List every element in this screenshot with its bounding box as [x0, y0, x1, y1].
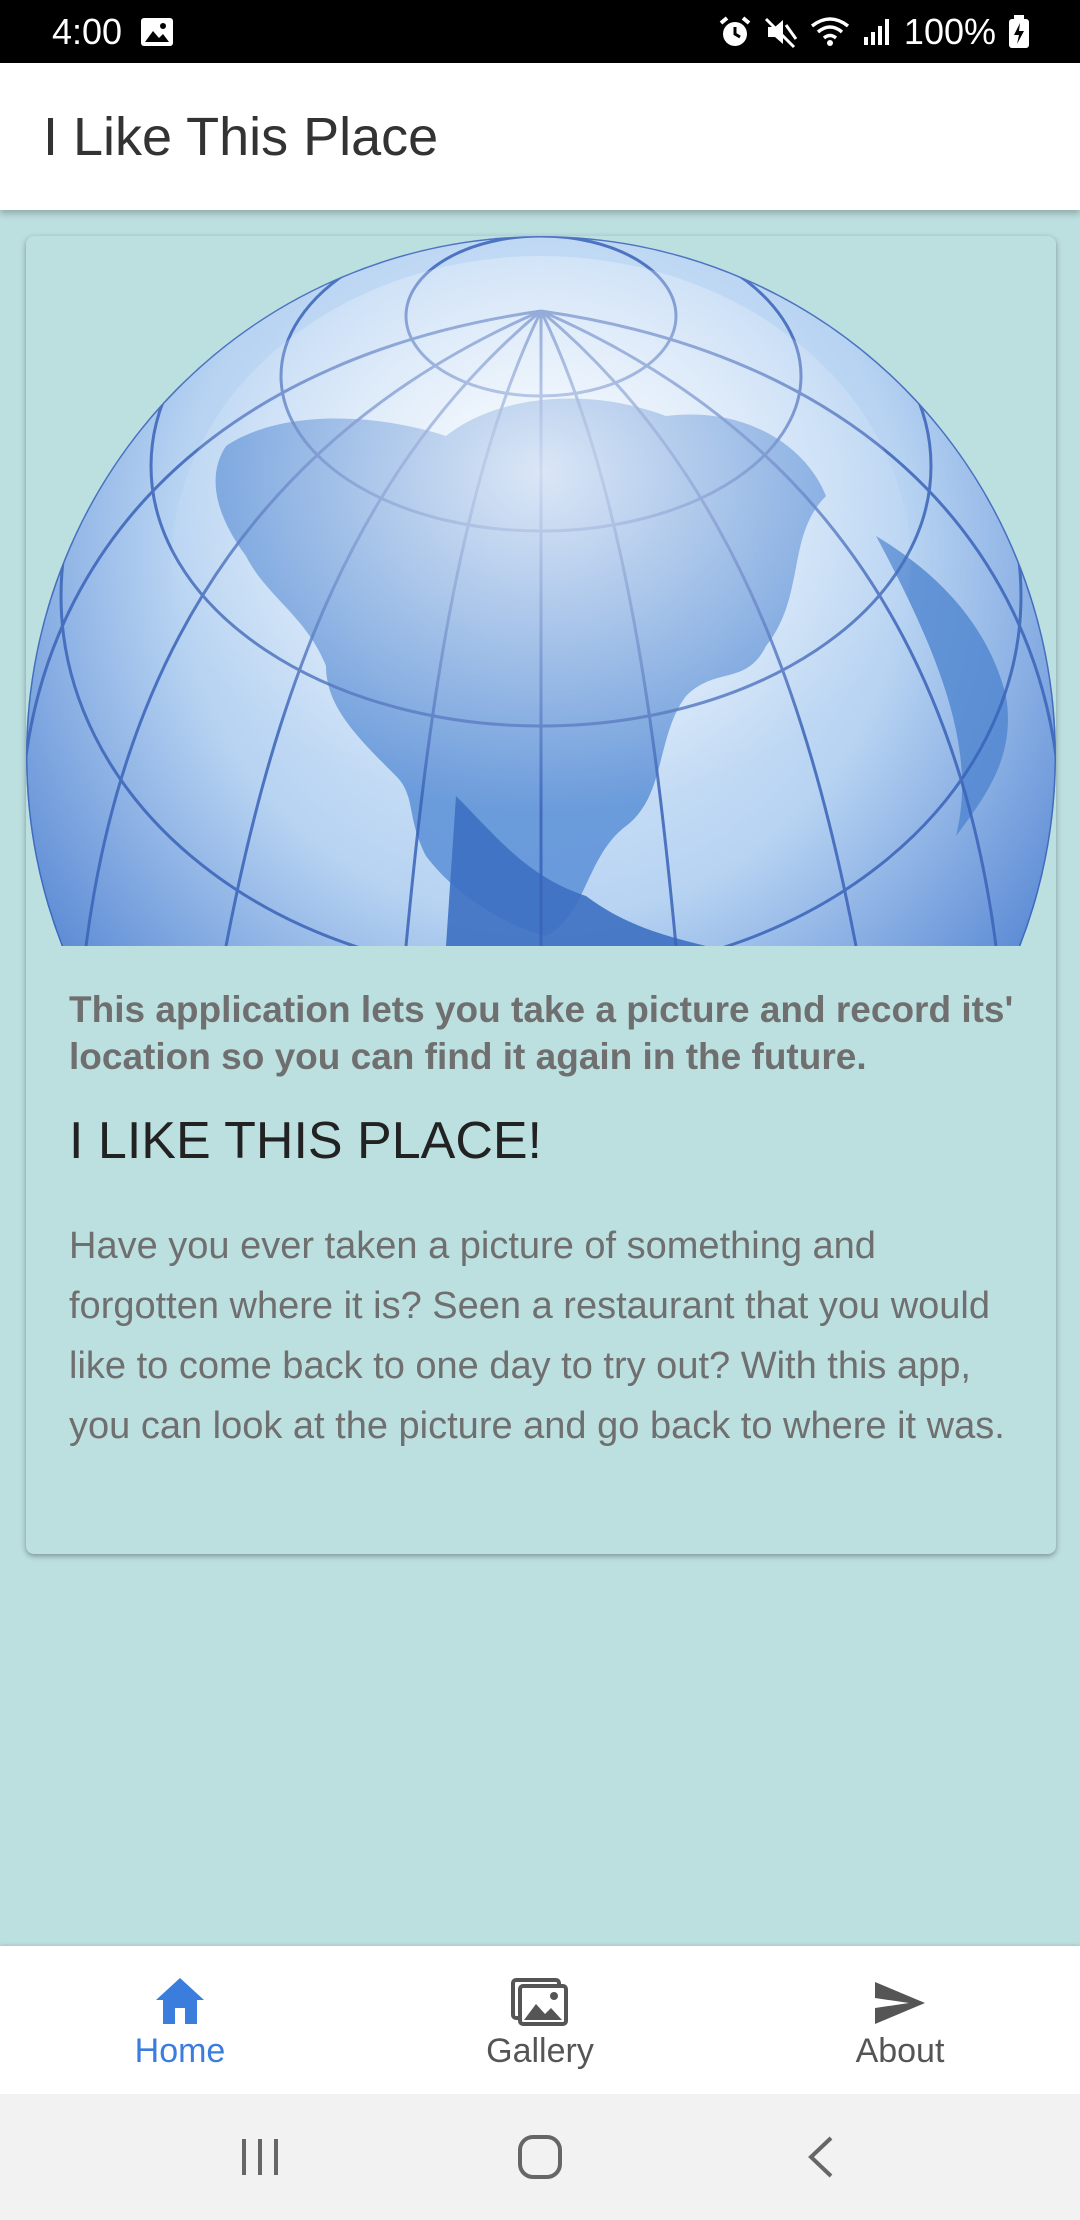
- battery-charging-icon: [1008, 14, 1030, 49]
- nav-about[interactable]: About: [720, 1946, 1080, 2094]
- recent-apps-icon: [242, 2139, 278, 2175]
- alarm-icon: [718, 15, 752, 49]
- app-bar: I Like This Place: [0, 63, 1080, 210]
- nav-home[interactable]: Home: [0, 1946, 360, 2094]
- globe-image: [26, 236, 1056, 946]
- card-body: This application lets you take a picture…: [69, 986, 1019, 1456]
- nav-about-label: About: [855, 2031, 945, 2070]
- intro-card: This application lets you take a picture…: [26, 236, 1056, 1554]
- nav-gallery-label: Gallery: [486, 2031, 594, 2070]
- recent-apps-button[interactable]: [200, 2107, 320, 2207]
- signal-icon: [862, 17, 892, 47]
- battery-percent: 100%: [903, 10, 996, 52]
- back-button[interactable]: [760, 2107, 880, 2207]
- card-subtitle: This application lets you take a picture…: [69, 989, 1014, 1077]
- mute-icon: [764, 15, 798, 49]
- status-left: 4:00: [52, 11, 174, 53]
- status-bar: 4:00 100%: [0, 0, 1080, 63]
- home-icon: [154, 1970, 206, 2026]
- bottom-nav: Home Gallery About: [0, 1946, 1080, 2094]
- nav-gallery[interactable]: Gallery: [360, 1946, 720, 2094]
- status-time: 4:00: [52, 10, 123, 52]
- nav-home-label: Home: [134, 2031, 226, 2070]
- gallery-icon: [511, 1970, 569, 2026]
- home-system-button[interactable]: [480, 2107, 600, 2207]
- card-description: Have you ever taken a picture of somethi…: [69, 1225, 1005, 1447]
- wifi-icon: [810, 16, 850, 48]
- app-title: I Like This Place: [43, 106, 439, 167]
- send-icon: [873, 1970, 927, 2026]
- system-nav-bar: [0, 2094, 1080, 2220]
- back-chevron-icon: [808, 2136, 833, 2178]
- image-notification-icon: [140, 17, 174, 47]
- status-right: 100%: [718, 11, 1030, 53]
- home-circle-icon: [518, 2135, 562, 2179]
- card-heading: I LIKE THIS PLACE!: [69, 1112, 543, 1170]
